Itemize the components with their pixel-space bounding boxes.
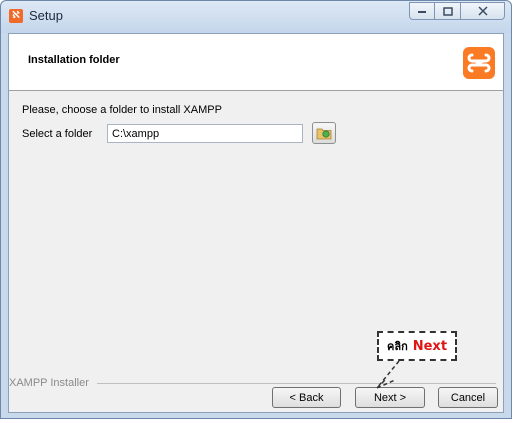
folder-browse-icon <box>316 128 332 140</box>
minimize-icon <box>418 11 426 13</box>
window-title: Setup <box>29 8 63 23</box>
minimize-button[interactable] <box>409 2 435 20</box>
callout-arrow <box>376 360 400 389</box>
folder-label: Select a folder <box>22 128 93 140</box>
cancel-button[interactable]: Cancel <box>438 387 498 408</box>
back-button[interactable]: < Back <box>272 387 341 408</box>
next-button[interactable]: Next > <box>355 387 425 408</box>
close-button[interactable] <box>461 2 505 20</box>
window-controls <box>409 2 505 21</box>
maximize-button[interactable] <box>435 2 461 20</box>
tutorial-callout: คลิก Next <box>377 331 457 361</box>
callout-accent: Next <box>412 338 448 354</box>
callout-prefix: คลิก <box>386 340 408 353</box>
title-bar[interactable]: ℵ Setup <box>1 1 511 33</box>
browse-folder-button[interactable] <box>312 122 336 144</box>
page-title: Installation folder <box>28 54 120 66</box>
close-icon <box>477 6 488 16</box>
xampp-logo <box>463 47 495 79</box>
instruction-text: Please, choose a folder to install XAMPP <box>22 104 222 116</box>
footer-divider <box>97 383 496 384</box>
xampp-app-icon: ℵ <box>9 9 23 23</box>
installer-label: XAMPP Installer <box>9 377 89 389</box>
maximize-icon <box>442 6 453 16</box>
folder-input[interactable] <box>107 124 303 143</box>
setup-window: ℵ Setup Installation folder Please, choo… <box>0 0 512 419</box>
dialog-client-area: Installation folder Please, choose a fol… <box>8 33 504 413</box>
wizard-header: Installation folder <box>9 34 503 91</box>
